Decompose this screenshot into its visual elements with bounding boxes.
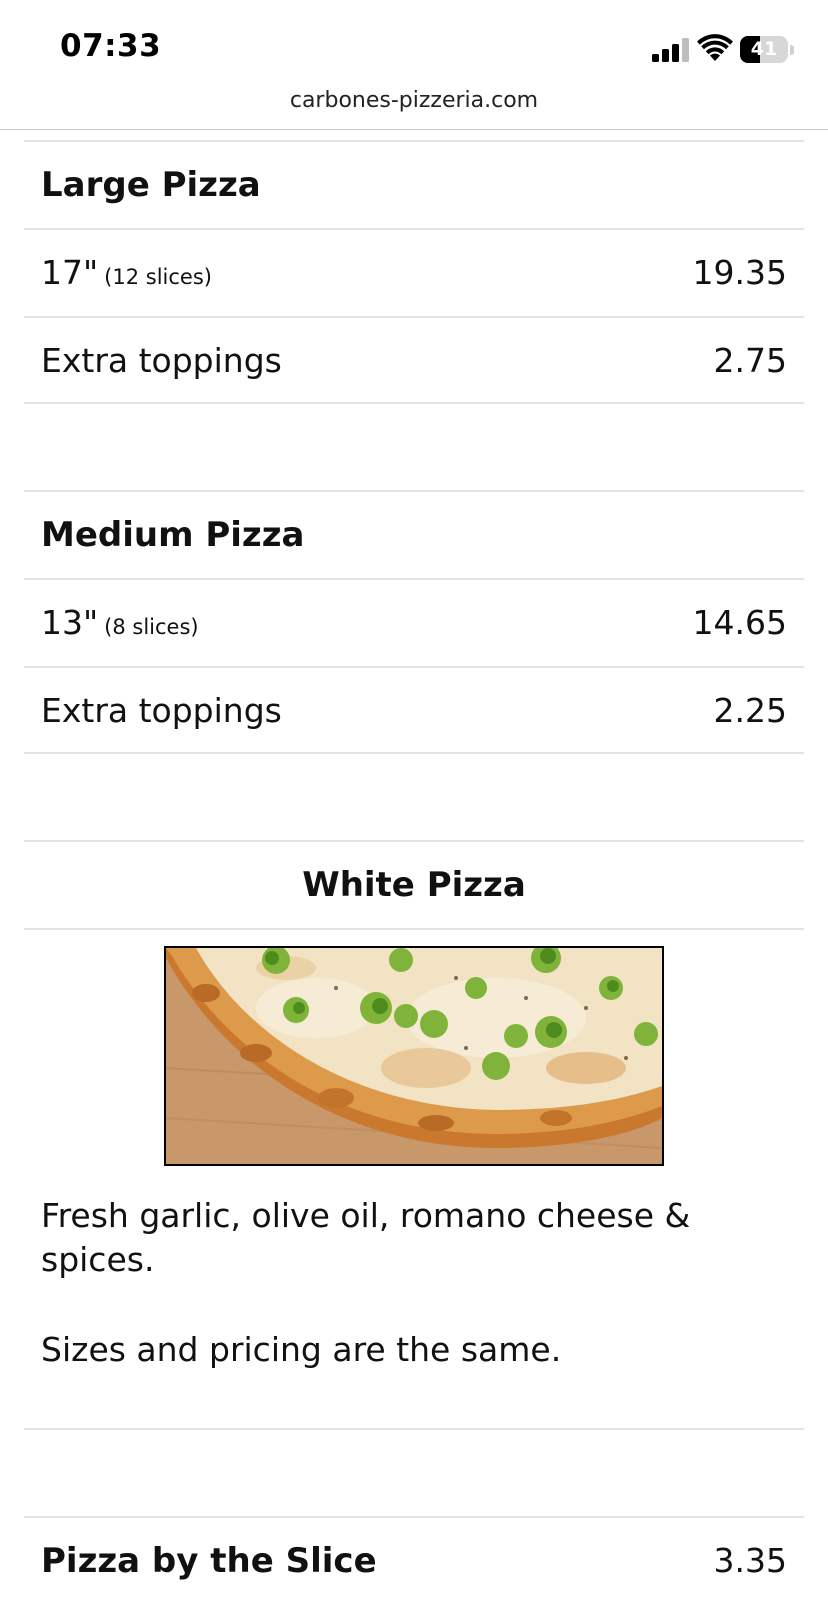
section-header-white-pizza: White Pizza — [24, 840, 804, 928]
section-title: Pizza by the Slice — [41, 1541, 377, 1581]
status-bar: 07:33 41 — [0, 0, 828, 86]
battery-body: 41 — [740, 36, 788, 63]
section-title: Large Pizza — [41, 165, 261, 205]
pricing-note: Sizes and pricing are the same. — [41, 1330, 562, 1369]
divider — [24, 1372, 804, 1430]
item-price: 19.35 — [692, 253, 787, 292]
white-pizza-photo — [164, 946, 664, 1166]
item-size-label: 13" (8 slices) — [41, 580, 199, 670]
url-text[interactable]: carbones-pizzeria.com — [0, 86, 828, 116]
menu-item-row: Extra toppings 2.25 — [24, 666, 804, 754]
white-pizza-photo-row — [24, 928, 804, 1170]
menu-item-row: Extra toppings 2.75 — [24, 316, 804, 404]
item-price: 3.35 — [713, 1541, 787, 1580]
section-header-pizza-by-the-slice: Pizza by the Slice 3.35 — [24, 1516, 804, 1604]
status-time: 07:33 — [60, 28, 162, 64]
battery-icon: 41 — [740, 36, 796, 64]
menu-item-row: 17" (12 slices) 19.35 — [24, 228, 804, 316]
section-header-medium-pizza: Medium Pizza — [24, 490, 804, 578]
item-size-label: 17" (12 slices) — [41, 230, 212, 320]
cellular-signal-icon — [652, 38, 689, 62]
item-price: 2.25 — [713, 691, 787, 730]
battery-nub — [790, 45, 794, 55]
section-title: Medium Pizza — [41, 515, 305, 555]
section-header-large-pizza: Large Pizza — [24, 140, 804, 228]
size-value: 13" — [41, 603, 99, 642]
size-value: 17" — [41, 253, 99, 292]
slice-count: (8 slices) — [104, 615, 199, 639]
slice-count: (12 slices) — [104, 265, 212, 289]
white-pizza-illustration — [166, 948, 662, 1164]
menu-item-row: 13" (8 slices) 14.65 — [24, 578, 804, 666]
section-title: White Pizza — [302, 865, 526, 905]
battery-percentage: 41 — [750, 38, 778, 60]
item-label: Extra toppings — [41, 691, 282, 730]
item-price: 2.75 — [713, 341, 787, 380]
white-pizza-description: Fresh garlic, olive oil, romano cheese &… — [24, 1170, 804, 1372]
item-label: Extra toppings — [41, 341, 282, 380]
description-text: Fresh garlic, olive oil, romano cheese &… — [41, 1196, 691, 1279]
item-price: 14.65 — [692, 603, 787, 642]
browser-url-bar[interactable]: carbones-pizzeria.com — [0, 86, 828, 130]
menu-content: Large Pizza 17" (12 slices) 19.35 Extra t… — [24, 140, 804, 1604]
wifi-icon — [697, 34, 733, 61]
